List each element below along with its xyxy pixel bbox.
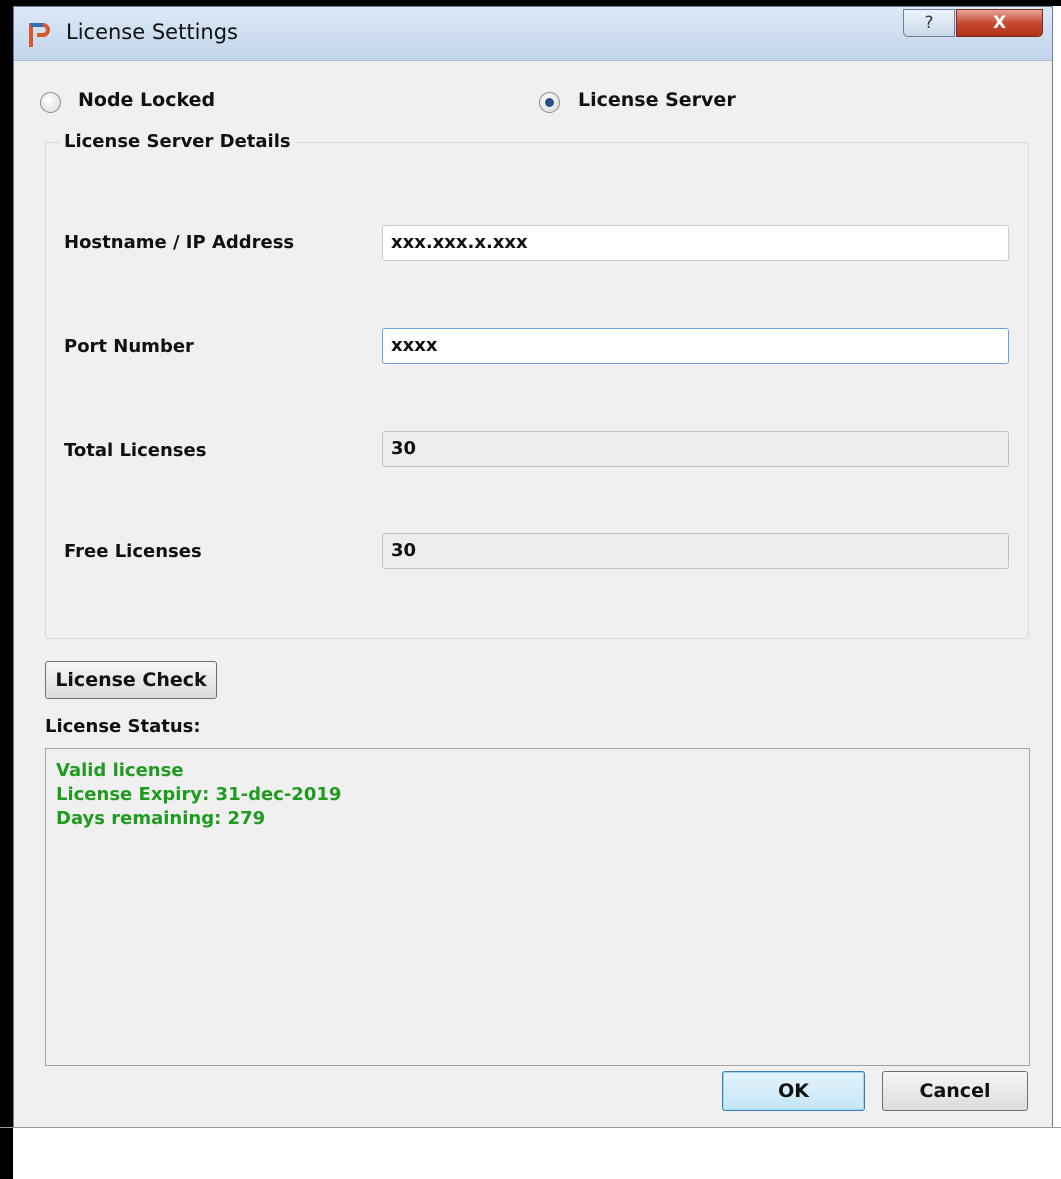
- free-licenses-label: Free Licenses: [64, 541, 202, 562]
- ok-button[interactable]: OK: [722, 1071, 865, 1111]
- port-label: Port Number: [64, 336, 194, 357]
- screen-border-left: [0, 0, 13, 1179]
- title-bar: License Settings ? X: [14, 7, 1052, 61]
- window-title: License Settings: [66, 20, 238, 44]
- license-status-label: License Status:: [45, 716, 201, 737]
- status-line: Valid license: [56, 760, 184, 781]
- divider: [0, 1127, 1061, 1128]
- node-locked-label[interactable]: Node Locked: [78, 89, 215, 111]
- status-line: Days remaining: 279: [56, 808, 266, 829]
- group-title: License Server Details: [60, 131, 295, 152]
- hostname-input[interactable]: xxx.xxx.x.xxx: [382, 225, 1009, 261]
- hostname-label: Hostname / IP Address: [64, 232, 295, 253]
- license-check-button[interactable]: License Check: [45, 661, 217, 699]
- close-icon: X: [992, 13, 1007, 33]
- node-locked-radio[interactable]: [40, 92, 61, 113]
- app-logo-icon: [28, 22, 50, 48]
- radio-selected-dot: [545, 98, 554, 107]
- help-icon: ?: [924, 13, 934, 33]
- help-button[interactable]: ?: [903, 9, 955, 37]
- close-button[interactable]: X: [956, 9, 1043, 37]
- port-input[interactable]: xxxx: [382, 328, 1009, 364]
- status-line: License Expiry: 31-dec-2019: [56, 784, 342, 805]
- license-server-radio[interactable]: [539, 92, 560, 113]
- total-licenses-label: Total Licenses: [64, 440, 207, 461]
- cancel-button[interactable]: Cancel: [882, 1071, 1028, 1111]
- total-licenses-field: 30: [382, 431, 1009, 467]
- license-server-label[interactable]: License Server: [578, 89, 736, 111]
- license-status-box[interactable]: Valid license License Expiry: 31-dec-201…: [45, 748, 1030, 1066]
- free-licenses-field: 30: [382, 533, 1009, 569]
- license-settings-dialog: License Settings ? X Node Locked License…: [13, 6, 1053, 1128]
